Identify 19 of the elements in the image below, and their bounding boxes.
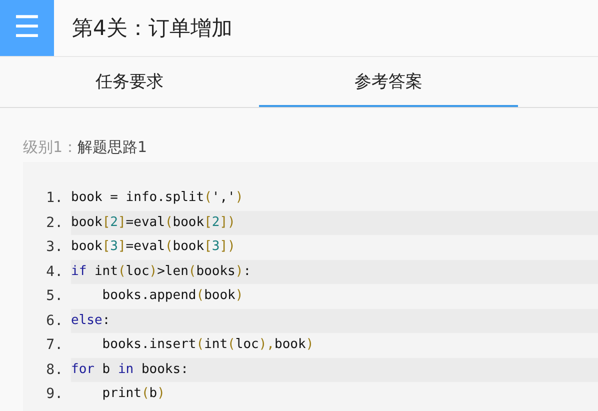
line-number: 6. [45, 312, 64, 329]
tab[interactable]: 任务要求 [0, 57, 259, 107]
tab[interactable]: 参考答案 [259, 57, 518, 107]
code-line: book = info.split(',') [71, 189, 244, 207]
line-number: 4. [45, 264, 64, 280]
page-title: 第4关：订单增加 [72, 15, 232, 42]
level-label: 级别1： [23, 138, 78, 157]
code-line: books.insert(int(loc),book) [101, 336, 315, 354]
line-number: 7. [45, 337, 64, 354]
code-line: print(b) [101, 385, 166, 403]
line-number: 3. [45, 239, 64, 256]
solution-title: 解题思路1 [78, 138, 148, 157]
code-line: book[3]=eval(book[3]) [71, 238, 236, 256]
line-number: 2. [45, 214, 64, 231]
code-line: books.append(book) [101, 287, 244, 305]
line-number: 8. [45, 362, 64, 378]
line-number: 9. [45, 386, 64, 402]
line-number: 1. [45, 190, 64, 206]
line-number: 5. [45, 288, 64, 304]
